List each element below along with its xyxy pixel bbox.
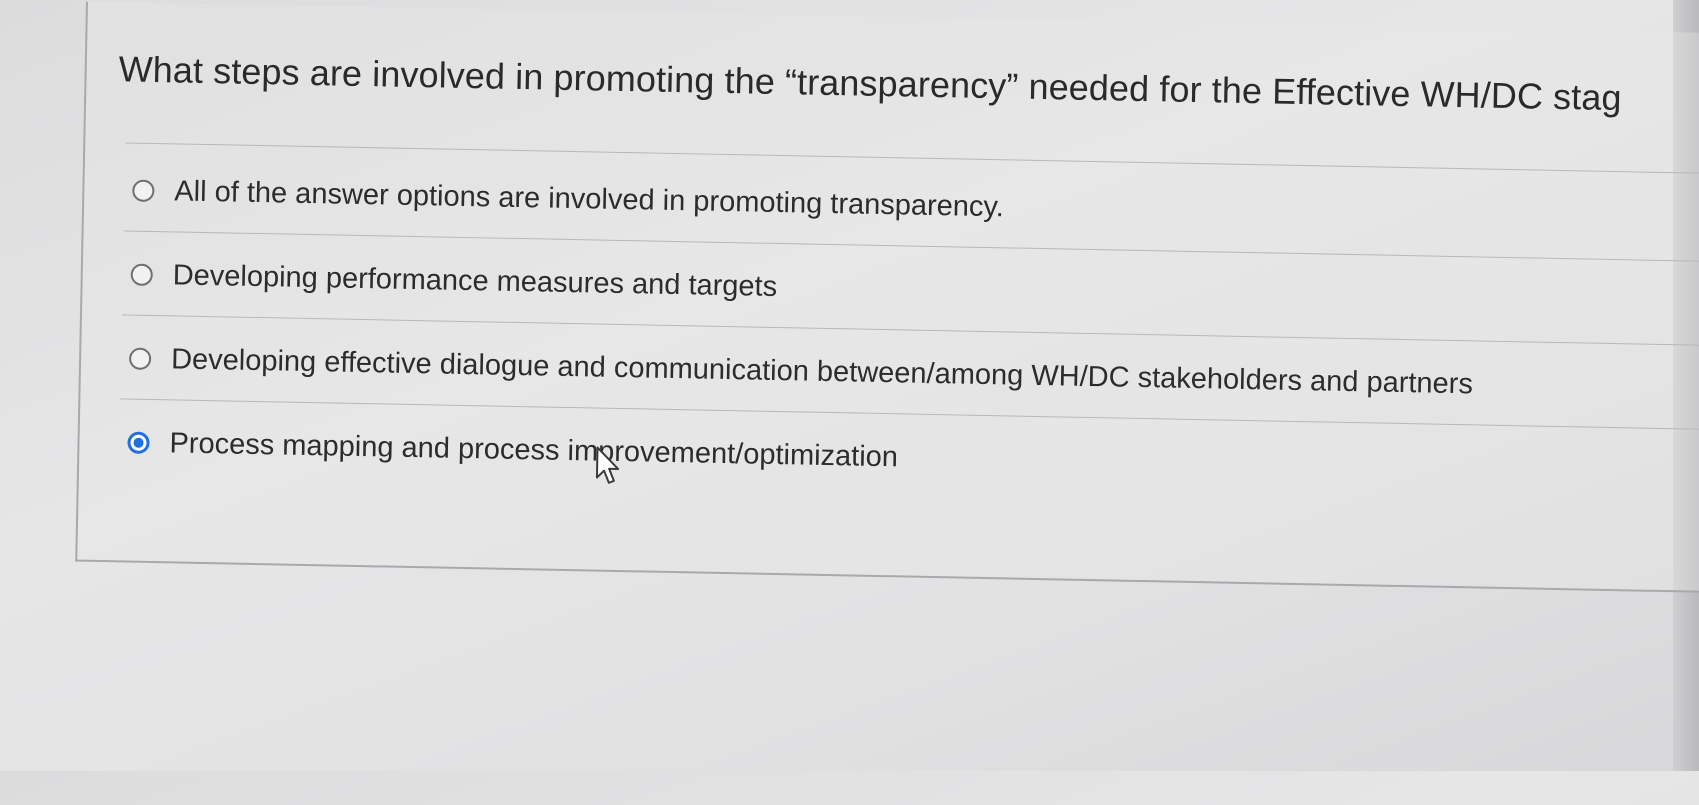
radio-button-1[interactable] [132, 179, 155, 202]
screen-content: What steps are involved in promoting the… [0, 0, 1699, 803]
radio-button-2[interactable] [130, 263, 153, 286]
answer-option-4-label: Process mapping and process improvement/… [169, 426, 899, 473]
question-card: What steps are involved in promoting the… [75, 1, 1699, 595]
answer-option-4[interactable]: Process mapping and process improvement/… [127, 423, 898, 478]
answer-option-3-label: Developing effective dialogue and commun… [170, 342, 1474, 400]
answer-option-2-label: Developing performance measures and targ… [172, 258, 778, 303]
radio-button-4-selected[interactable] [127, 431, 150, 454]
question-text: What steps are involved in promoting the… [118, 48, 1622, 119]
answer-option-2[interactable]: Developing performance measures and targ… [130, 255, 777, 307]
divider [125, 142, 1699, 176]
answer-option-1-label: All of the answer options are involved i… [174, 174, 1005, 223]
answer-option-3[interactable]: Developing effective dialogue and commun… [128, 339, 1474, 405]
radio-button-3[interactable] [128, 347, 152, 370]
answer-option-1[interactable]: All of the answer options are involved i… [132, 171, 1004, 228]
mouse-pointer-icon [595, 446, 620, 484]
